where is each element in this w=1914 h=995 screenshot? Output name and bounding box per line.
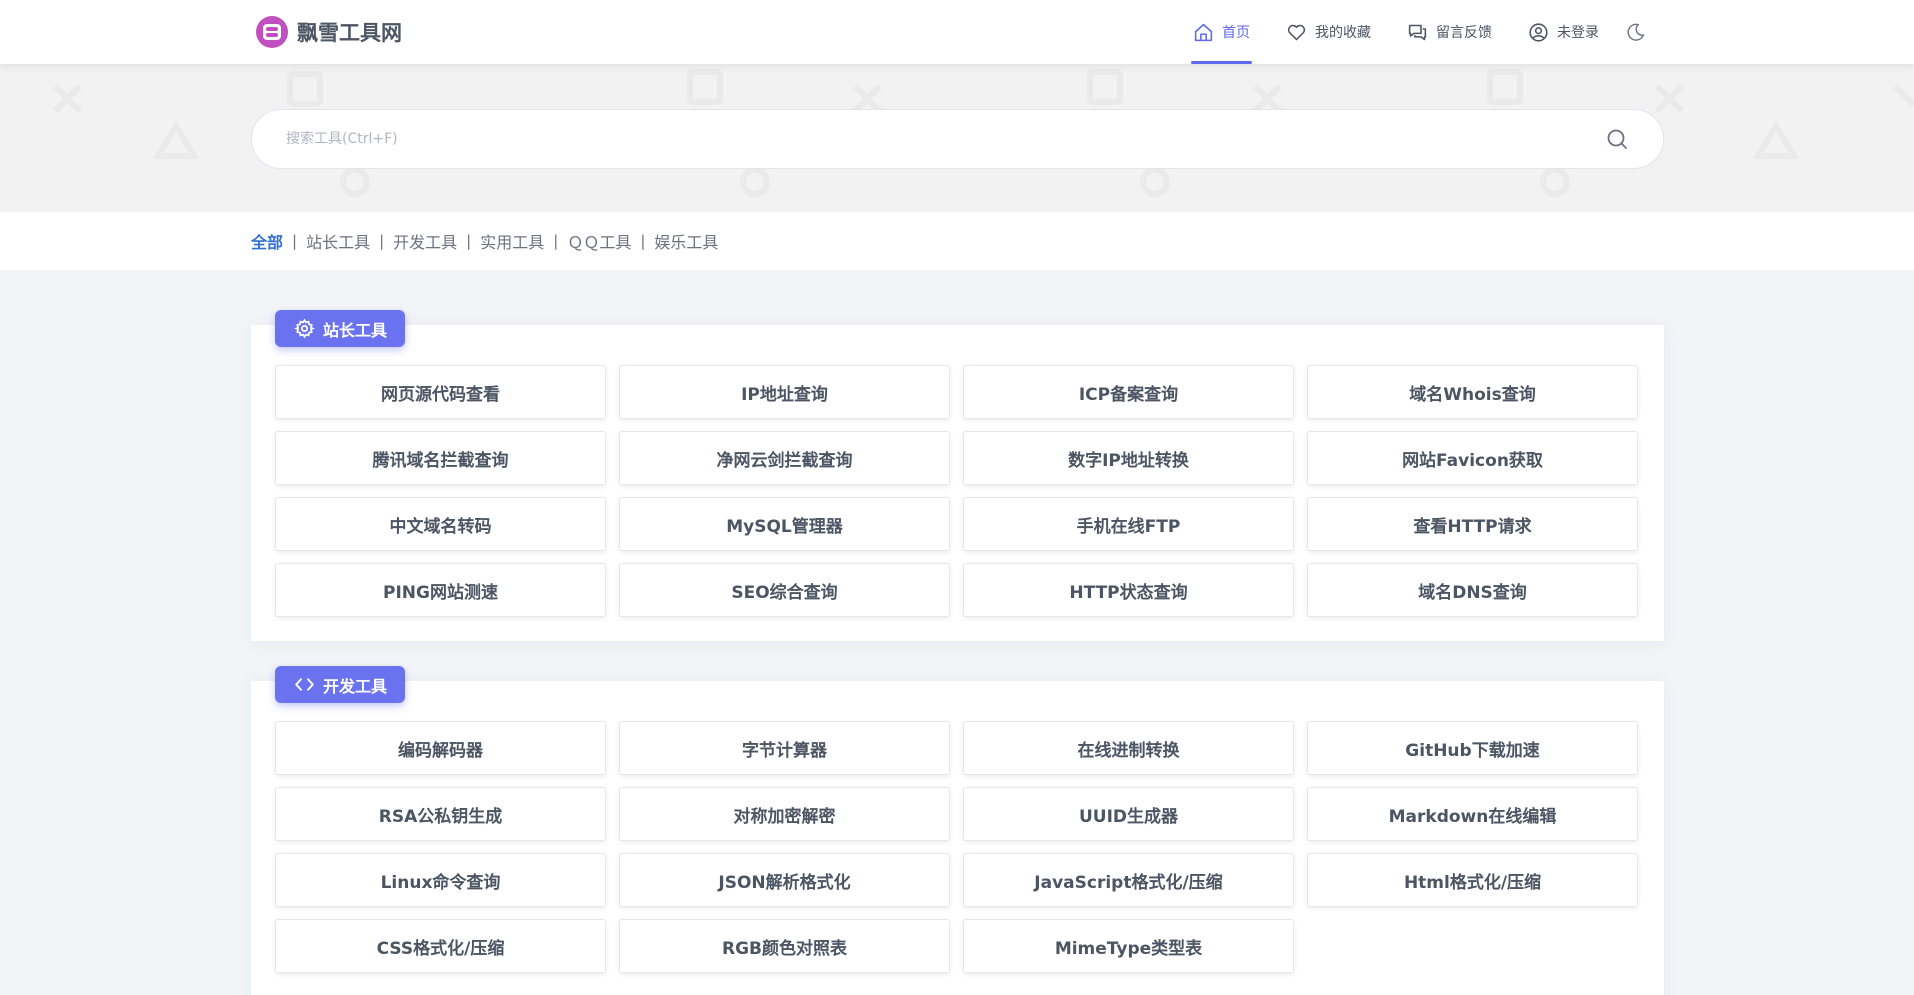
tool-card[interactable]: CSS格式化/压缩 [275,919,606,973]
tool-card[interactable]: HTTP状态查询 [963,563,1294,617]
nav-feedback-label: 留言反馈 [1436,25,1492,41]
home-icon [1194,23,1213,41]
tool-card[interactable]: JavaScript格式化/压缩 [963,853,1294,907]
tool-card[interactable]: 在线进制转换 [963,721,1294,775]
search-input[interactable] [286,131,1605,147]
tool-card[interactable]: Linux命令查询 [275,853,606,907]
tool-card[interactable]: 净网云剑拦截查询 [619,431,950,485]
tool-card[interactable]: ICP备案查询 [963,365,1294,419]
nav-favorites-label: 我的收藏 [1315,25,1371,41]
section-header-webmaster: 站长工具 [275,310,406,347]
search-icon[interactable] [1605,127,1629,151]
tool-card[interactable]: 中文域名转码 [275,497,606,551]
filter-separator: | [640,232,646,250]
tool-card[interactable]: GitHub下载加速 [1307,721,1638,775]
tool-card[interactable]: 域名Whois查询 [1307,365,1638,419]
tool-card[interactable]: MySQL管理器 [619,497,950,551]
tool-grid: 编码解码器 字节计算器 在线进制转换 GitHub下载加速 RSA公私钥生成 对… [275,721,1638,973]
filter-entertainment-tools[interactable]: 娱乐工具 [654,229,718,253]
tool-card[interactable]: MimeType类型表 [963,919,1294,973]
heart-icon [1287,24,1306,40]
section-webmaster-tools: 站长工具 网页源代码查看 IP地址查询 ICP备案查询 域名Whois查询 腾讯… [251,310,1664,641]
filter-webmaster-tools[interactable]: 站长工具 [306,229,370,253]
filter-separator: | [379,232,385,250]
logo-icon [256,16,288,48]
tool-card[interactable]: RSA公私钥生成 [275,787,606,841]
nav-home-label: 首页 [1222,25,1250,41]
filter-qq-tools[interactable]: ＱＱ工具 [567,229,631,253]
section-title: 开发工具 [323,676,388,696]
tool-card[interactable]: JSON解析格式化 [619,853,950,907]
site-title: 飘雪工具网 [297,21,402,45]
site-logo[interactable]: 飘雪工具网 [255,14,402,50]
tool-card[interactable]: UUID生成器 [963,787,1294,841]
tool-card[interactable]: 对称加密解密 [619,787,950,841]
nav-login-label: 未登录 [1557,25,1599,41]
tool-card[interactable]: SEO综合查询 [619,563,950,617]
filter-separator: | [292,232,298,250]
top-header: 飘雪工具网 首页 我的收藏 留言反馈 未登录 [0,0,1914,64]
moon-icon [1627,23,1645,41]
tool-card[interactable]: 数字IP地址转换 [963,431,1294,485]
tool-grid: 网页源代码查看 IP地址查询 ICP备案查询 域名Whois查询 腾讯域名拦截查… [275,365,1638,617]
filter-utility-tools[interactable]: 实用工具 [480,229,544,253]
tool-card[interactable]: 域名DNS查询 [1307,563,1638,617]
tool-card[interactable]: 字节计算器 [619,721,950,775]
filter-all[interactable]: 全部 [251,229,283,253]
gear-icon [294,318,315,339]
filter-separator: | [466,232,472,250]
tool-card[interactable]: 手机在线FTP [963,497,1294,551]
nav-feedback[interactable]: 留言反馈 [1389,0,1510,64]
tool-card[interactable]: 腾讯域名拦截查询 [275,431,606,485]
main-nav: 首页 我的收藏 留言反馈 未登录 [1175,0,1654,64]
tool-card[interactable]: Html格式化/压缩 [1307,853,1638,907]
tool-card[interactable]: 网站Favicon获取 [1307,431,1638,485]
tool-card[interactable]: PING网站测速 [275,563,606,617]
user-icon [1529,22,1548,42]
search-box [251,109,1664,169]
section-header-dev: 开发工具 [275,666,406,703]
search-hero [0,64,1914,212]
nav-home[interactable]: 首页 [1175,0,1268,64]
section-title: 站长工具 [323,320,388,340]
section-dev-tools: 开发工具 编码解码器 字节计算器 在线进制转换 GitHub下载加速 RSA公私… [251,666,1664,995]
tool-card[interactable]: IP地址查询 [619,365,950,419]
theme-toggle-button[interactable] [1617,0,1654,64]
tool-card[interactable]: 查看HTTP请求 [1307,497,1638,551]
tool-card[interactable]: 网页源代码查看 [275,365,606,419]
nav-login[interactable]: 未登录 [1510,0,1617,64]
nav-favorites[interactable]: 我的收藏 [1268,0,1389,64]
filter-separator: | [553,232,559,250]
category-filter-bar: 全部 | 站长工具 | 开发工具 | 实用工具 | ＱＱ工具 | 娱乐工具 [0,212,1914,270]
tool-card[interactable]: 编码解码器 [275,721,606,775]
tool-card[interactable]: RGB颜色对照表 [619,919,950,973]
filter-dev-tools[interactable]: 开发工具 [393,229,457,253]
code-icon [295,678,314,691]
chat-icon [1408,24,1427,40]
tool-card[interactable]: Markdown在线编辑 [1307,787,1638,841]
